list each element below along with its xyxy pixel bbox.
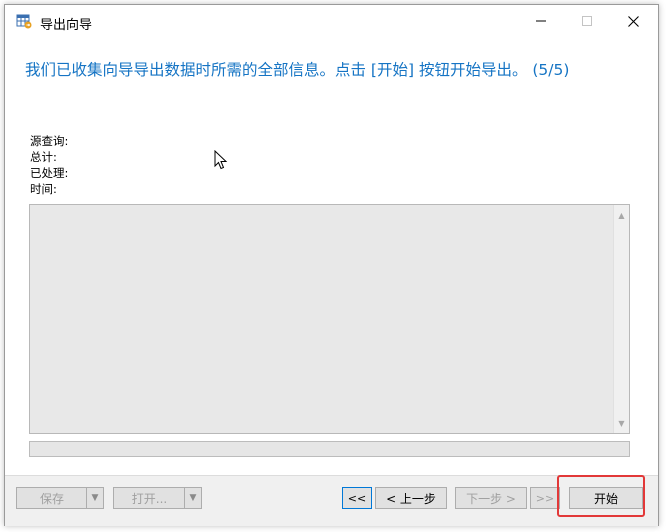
export-log-box[interactable]: ▲ ▼ bbox=[29, 204, 630, 434]
minimize-button[interactable] bbox=[518, 5, 564, 37]
scroll-up-icon[interactable]: ▲ bbox=[614, 207, 629, 223]
open-button[interactable]: 打开... ▼ bbox=[113, 487, 202, 509]
save-button[interactable]: 保存 ▼ bbox=[16, 487, 104, 509]
open-button-label: 打开... bbox=[131, 491, 168, 506]
previous-step-button[interactable]: < 上一步 bbox=[375, 487, 447, 509]
time-label: 时间: bbox=[30, 182, 57, 196]
next-step-button[interactable]: 下一步 > bbox=[455, 487, 527, 509]
first-step-button[interactable]: << bbox=[342, 487, 372, 509]
close-button[interactable] bbox=[610, 5, 656, 37]
mouse-pointer-icon bbox=[214, 149, 228, 174]
title-bar[interactable]: 导出向导 bbox=[5, 5, 658, 37]
vertical-scrollbar[interactable]: ▲ ▼ bbox=[613, 205, 629, 433]
export-wizard-window: 导出向导 我们已收集向导导出数据时所需的全部信息。点击 [开始] 按钮开始导出。… bbox=[4, 4, 659, 526]
export-info: 源查询: 总计: 已处理: 时间: bbox=[30, 133, 68, 197]
minimize-icon bbox=[536, 20, 546, 22]
save-button-label: 保存 bbox=[39, 491, 64, 506]
source-query-label: 源查询: bbox=[30, 134, 69, 148]
export-progress-bar bbox=[29, 441, 630, 457]
maximize-icon bbox=[582, 16, 592, 26]
window-title: 导出向导 bbox=[40, 18, 93, 33]
start-button-highlight bbox=[557, 475, 645, 517]
scroll-down-icon[interactable]: ▼ bbox=[614, 415, 629, 431]
total-label: 总计: bbox=[30, 150, 57, 164]
chevron-down-icon[interactable]: ▼ bbox=[86, 488, 103, 508]
close-icon bbox=[627, 15, 639, 27]
last-step-button[interactable]: >> bbox=[530, 487, 560, 509]
table-export-icon bbox=[16, 13, 32, 29]
maximize-button[interactable] bbox=[564, 5, 610, 37]
chevron-down-icon[interactable]: ▼ bbox=[184, 488, 201, 508]
wizard-step-heading: 我们已收集向导导出数据时所需的全部信息。点击 [开始] 按钮开始导出。 (5/5… bbox=[25, 61, 570, 79]
processed-label: 已处理: bbox=[30, 166, 69, 180]
